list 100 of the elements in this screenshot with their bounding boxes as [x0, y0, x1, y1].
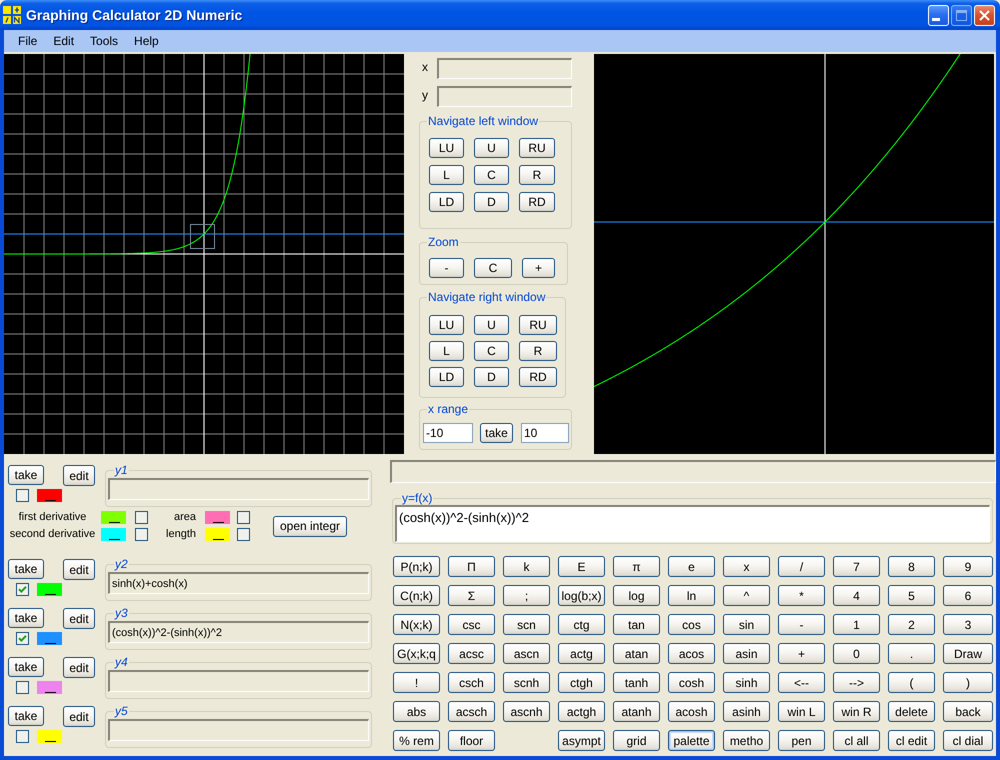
keypad-key[interactable]: ctg [558, 614, 605, 635]
minimize-button[interactable] [928, 4, 949, 26]
take-button[interactable]: take [480, 423, 513, 443]
color-swatch-icon[interactable] [37, 681, 62, 694]
keypad-key[interactable]: 9 [943, 556, 993, 577]
keypad-key[interactable]: + [778, 643, 825, 664]
keypad-key[interactable]: acosh [668, 701, 715, 722]
keypad-key[interactable]: cl edit [888, 730, 935, 751]
navigate-button[interactable]: R [519, 341, 557, 361]
navigate-button[interactable]: LD [429, 367, 464, 387]
color-swatch-icon[interactable] [101, 511, 126, 524]
formula-field[interactable]: sinh(x)+cosh(x) [108, 572, 369, 594]
navigate-button[interactable]: L [429, 341, 464, 361]
graph-plot[interactable] [4, 54, 404, 454]
coordinate-field[interactable] [437, 58, 572, 79]
keypad-key[interactable]: actgh [558, 701, 605, 722]
keypad-key[interactable]: E [558, 556, 605, 577]
keypad-key[interactable]: ; [503, 585, 550, 606]
keypad-key[interactable]: floor [448, 730, 495, 751]
color-swatch-icon[interactable] [37, 632, 62, 645]
keypad-key[interactable]: 1 [833, 614, 880, 635]
color-swatch-icon[interactable] [37, 730, 62, 743]
menu-item[interactable]: Tools [82, 32, 126, 50]
edit-button[interactable]: edit [63, 559, 95, 580]
checkbox[interactable] [16, 583, 29, 596]
menu-item[interactable]: Help [126, 32, 167, 50]
zoom-button[interactable]: - [429, 258, 464, 278]
navigate-button[interactable]: LU [429, 138, 464, 158]
keypad-key[interactable]: - [778, 614, 825, 635]
take-button[interactable]: take [8, 657, 44, 677]
keypad-key[interactable]: P(n;k) [393, 556, 440, 577]
keypad-key[interactable]: ! [393, 672, 440, 693]
keypad-key[interactable]: atan [613, 643, 660, 664]
keypad-key[interactable]: win R [833, 701, 880, 722]
keypad-key[interactable]: * [778, 585, 825, 606]
keypad-key[interactable]: sin [723, 614, 770, 635]
keypad-key[interactable]: x [723, 556, 770, 577]
edit-button[interactable]: edit [63, 608, 95, 629]
keypad-key[interactable]: % rem [393, 730, 440, 751]
keypad-key[interactable]: Π [448, 556, 495, 577]
keypad-key[interactable]: actg [558, 643, 605, 664]
color-swatch-icon[interactable] [101, 528, 126, 541]
keypad-key[interactable]: grid [613, 730, 660, 751]
zoom-button[interactable]: + [522, 258, 555, 278]
keypad-key[interactable]: scn [503, 614, 550, 635]
navigate-button[interactable]: LD [429, 192, 464, 212]
close-button[interactable] [974, 4, 995, 26]
navigate-button[interactable]: R [519, 165, 555, 185]
keypad-key[interactable]: back [943, 701, 993, 722]
keypad-key[interactable]: pen [778, 730, 825, 751]
checkbox[interactable] [16, 632, 29, 645]
keypad-key[interactable]: csc [448, 614, 495, 635]
checkbox[interactable] [16, 681, 29, 694]
keypad-key[interactable]: ascn [503, 643, 550, 664]
keypad-key[interactable]: asympt [558, 730, 605, 751]
navigate-button[interactable]: U [474, 138, 509, 158]
keypad-key[interactable]: ) [943, 672, 993, 693]
navigate-button[interactable]: C [474, 341, 509, 361]
keypad-key[interactable]: ^ [723, 585, 770, 606]
keypad-key[interactable]: k [503, 556, 550, 577]
checkbox[interactable] [16, 730, 29, 743]
keypad-key[interactable]: palette [668, 730, 715, 751]
take-button[interactable]: take [8, 559, 44, 579]
keypad-key[interactable]: Draw [943, 643, 993, 664]
navigate-button[interactable]: RU [519, 315, 557, 335]
keypad-key[interactable]: log [613, 585, 660, 606]
keypad-key[interactable]: scnh [503, 672, 550, 693]
checkbox[interactable] [237, 511, 250, 524]
keypad-key[interactable]: --> [833, 672, 880, 693]
keypad-key[interactable]: N(x;k) [393, 614, 440, 635]
navigate-button[interactable]: L [429, 165, 464, 185]
keypad-key[interactable]: 3 [943, 614, 993, 635]
menu-item[interactable]: Edit [45, 32, 82, 50]
keypad-key[interactable]: log(b;x) [558, 585, 605, 606]
color-swatch-icon[interactable] [37, 489, 62, 502]
keypad-key[interactable]: tanh [613, 672, 660, 693]
keypad-key[interactable]: acos [668, 643, 715, 664]
keypad-key[interactable]: 7 [833, 556, 880, 577]
edit-button[interactable]: edit [63, 706, 95, 727]
navigate-button[interactable]: C [474, 165, 509, 185]
take-button[interactable]: take [8, 706, 44, 726]
expression-field[interactable]: (cosh(x))^2-(sinh(x))^2 [395, 505, 990, 542]
keypad-key[interactable]: win L [778, 701, 825, 722]
keypad-key[interactable]: 5 [888, 585, 935, 606]
menu-item[interactable]: File [10, 32, 46, 50]
navigate-button[interactable]: RU [519, 138, 555, 158]
color-swatch-icon[interactable] [205, 528, 230, 541]
keypad-key[interactable]: cl dial [943, 730, 993, 751]
keypad-key[interactable]: metho [723, 730, 770, 751]
keypad-key[interactable]: C(n;k) [393, 585, 440, 606]
edit-button[interactable]: edit [63, 657, 95, 678]
keypad-key[interactable]: G(x;k;q [393, 643, 440, 664]
keypad-key[interactable]: acsc [448, 643, 495, 664]
keypad-key[interactable]: cosh [668, 672, 715, 693]
keypad-key[interactable]: ln [668, 585, 715, 606]
checkbox[interactable] [16, 489, 29, 502]
take-button[interactable]: take [8, 465, 44, 485]
color-swatch-icon[interactable] [205, 511, 230, 524]
checkbox[interactable] [237, 528, 250, 541]
keypad-key[interactable]: ctgh [558, 672, 605, 693]
